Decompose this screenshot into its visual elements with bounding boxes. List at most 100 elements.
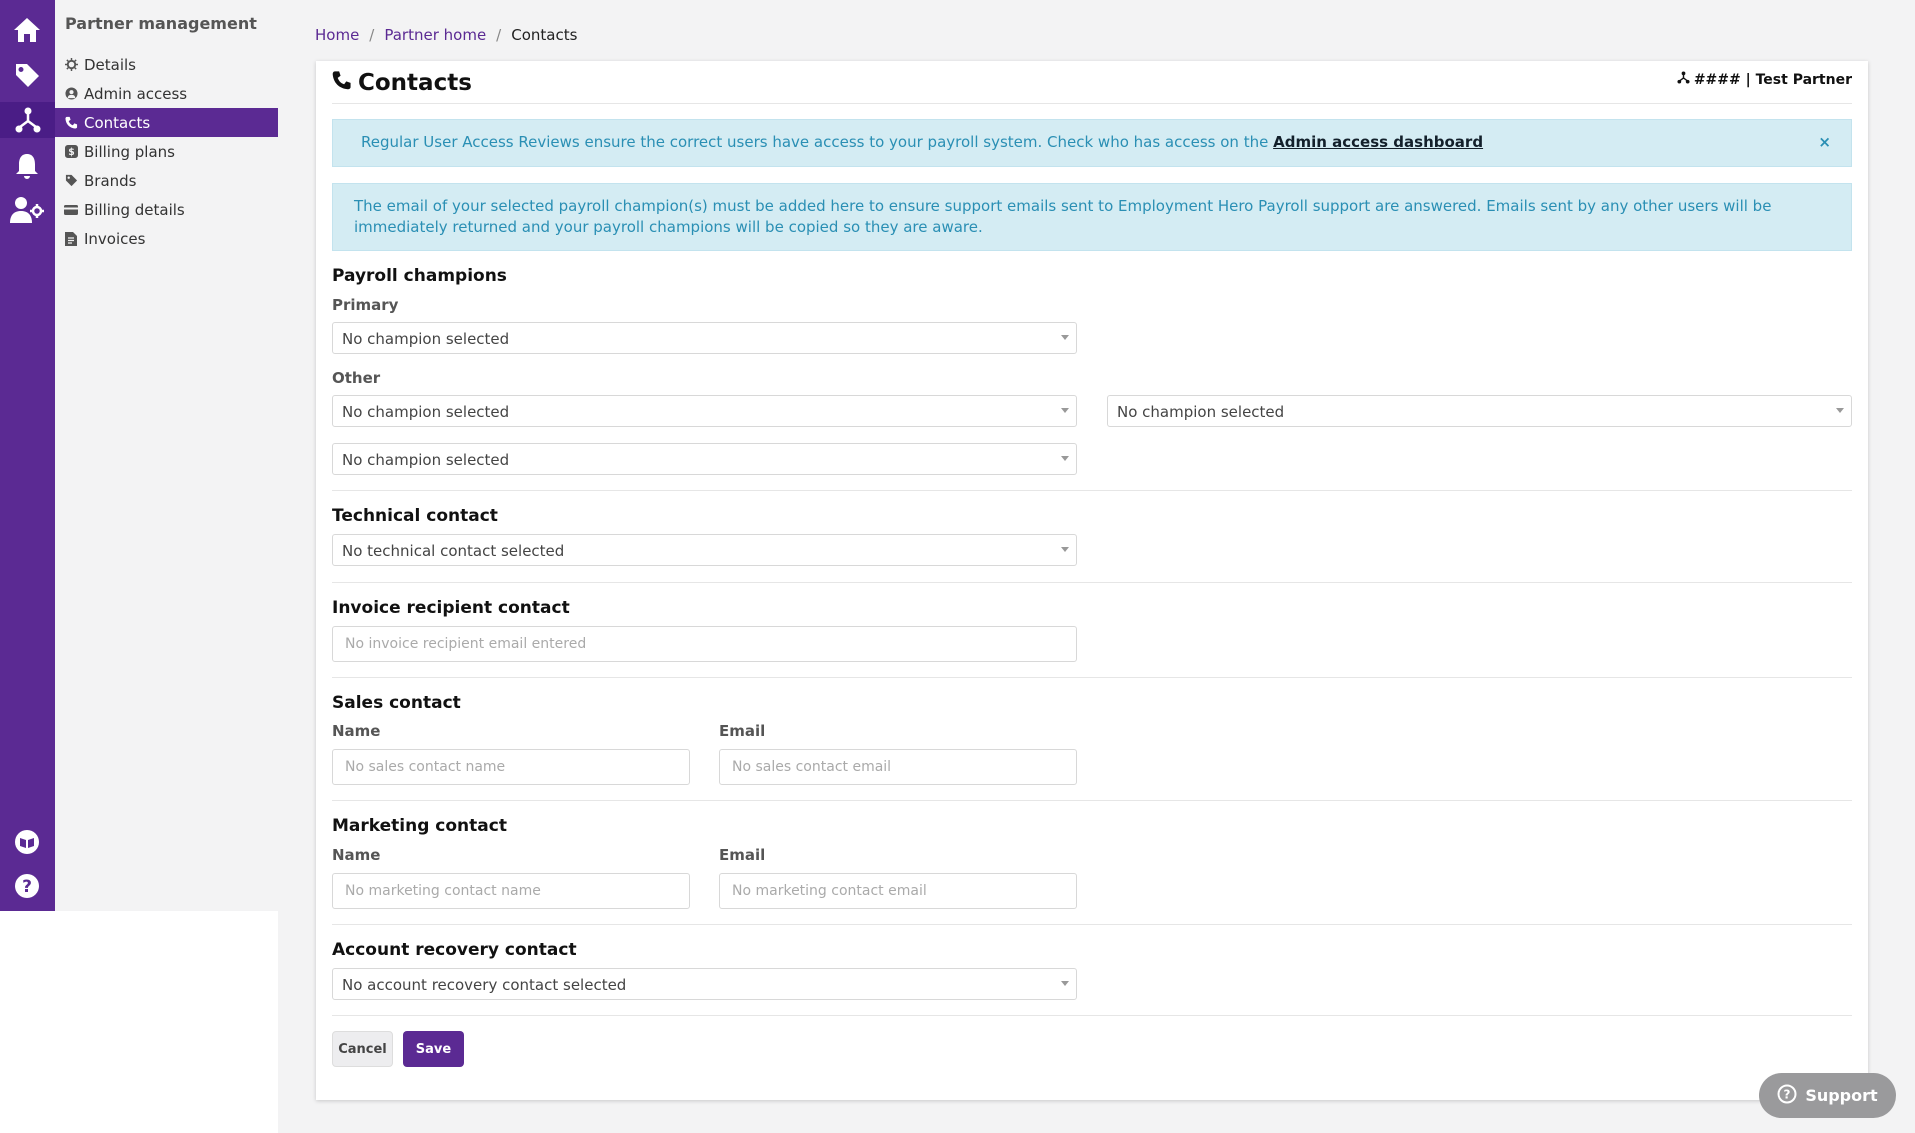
champion-notice-alert: The email of your selected payroll champ… [332, 183, 1852, 251]
access-review-text: Regular User Access Reviews ensure the c… [361, 133, 1269, 151]
sidebar-item-brands[interactable]: Brands [55, 166, 278, 195]
admin-access-dashboard-link[interactable]: Admin access dashboard [1273, 133, 1483, 151]
sidebar-item-label: Admin access [84, 84, 188, 103]
divider [332, 103, 1852, 104]
select-value: No account recovery contact selected [342, 976, 627, 994]
sidebar-item-invoices[interactable]: Invoices [55, 224, 278, 253]
sidebar-item-label: Brands [84, 171, 137, 190]
divider [332, 490, 1852, 491]
marketing-contact-email-input[interactable] [719, 873, 1077, 909]
close-icon[interactable]: × [1818, 133, 1831, 151]
dollar-icon: $ [64, 145, 78, 159]
chevron-down-icon [1061, 456, 1069, 461]
select-value: No champion selected [342, 330, 510, 348]
divider [332, 924, 1852, 925]
marketing-email-label: Email [719, 846, 766, 864]
contacts-card: Contacts #### | Test Partner Regular Use… [316, 61, 1868, 1100]
partner-label-text: #### | Test Partner [1693, 71, 1852, 88]
sidebar-item-label: Contacts [84, 113, 151, 132]
champion-notice-text: The email of your selected payroll champ… [354, 197, 1772, 236]
svg-text:?: ? [1784, 1087, 1791, 1101]
breadcrumb-current: Contacts [511, 26, 578, 44]
chevron-down-icon [1836, 408, 1844, 413]
svg-text:$: $ [68, 147, 74, 158]
home-icon[interactable] [9, 12, 45, 48]
primary-label: Primary [332, 296, 399, 314]
marketing-name-label: Name [332, 846, 381, 864]
divider [332, 1015, 1852, 1016]
divider [332, 800, 1852, 801]
technical-contact-heading: Technical contact [332, 506, 498, 526]
help-icon: ? [1777, 1084, 1797, 1108]
access-review-alert: Regular User Access Reviews ensure the c… [332, 119, 1852, 167]
phone-icon [64, 116, 78, 130]
breadcrumb-partner-home-link[interactable]: Partner home [384, 26, 486, 44]
sales-contact-name-input[interactable] [332, 749, 690, 785]
user-icon [64, 87, 78, 101]
sidebar-item-label: Details [84, 55, 137, 74]
invoice-recipient-email-input[interactable] [332, 626, 1077, 662]
book-icon[interactable] [9, 824, 45, 860]
support-label: Support [1805, 1086, 1878, 1105]
account-recovery-select[interactable]: No account recovery contact selected [332, 968, 1077, 1000]
chevron-down-icon [1061, 408, 1069, 413]
marketing-contact-name-input[interactable] [332, 873, 690, 909]
sidebar-item-admin-access[interactable]: Admin access [55, 79, 278, 108]
partner-management-nav: Partner management Details Admin access … [55, 0, 278, 911]
divider [332, 582, 1852, 583]
page-title-text: Contacts [358, 70, 472, 96]
partner-network-icon [1677, 71, 1690, 88]
breadcrumb-separator: / [369, 26, 375, 44]
chevron-down-icon [1061, 547, 1069, 552]
select-value: No champion selected [1117, 403, 1285, 421]
sidebar-item-label: Billing plans [84, 142, 175, 161]
partner-label: #### | Test Partner [1677, 71, 1852, 88]
cancel-button[interactable]: Cancel [332, 1031, 393, 1067]
other-champion-select-2[interactable]: No champion selected [1107, 395, 1852, 427]
divider [332, 677, 1852, 678]
breadcrumb: Home / Partner home / Contacts [315, 26, 577, 44]
app-rail: ? [0, 0, 55, 911]
chevron-down-icon [1061, 981, 1069, 986]
select-value: No champion selected [342, 451, 510, 469]
chevron-down-icon [1061, 335, 1069, 340]
gear-icon [64, 58, 78, 72]
select-value: No champion selected [342, 403, 510, 421]
sidebar-item-label: Billing details [84, 200, 185, 219]
primary-champion-select[interactable]: No champion selected [332, 322, 1077, 354]
user-settings-icon[interactable] [9, 192, 45, 228]
bell-icon[interactable] [9, 148, 45, 184]
sales-contact-email-input[interactable] [719, 749, 1077, 785]
breadcrumb-separator: / [496, 26, 502, 44]
account-recovery-heading: Account recovery contact [332, 940, 577, 960]
technical-contact-select[interactable]: No technical contact selected [332, 534, 1077, 566]
subnav-title: Partner management [65, 14, 257, 33]
svg-text:?: ? [22, 877, 32, 897]
invoice-recipient-heading: Invoice recipient contact [332, 598, 570, 618]
page-title: Contacts [332, 69, 472, 97]
sidebar-item-details[interactable]: Details [55, 50, 278, 79]
tag-icon[interactable] [9, 57, 45, 93]
other-champion-select-3[interactable]: No champion selected [332, 443, 1077, 475]
payroll-champions-heading: Payroll champions [332, 266, 507, 286]
document-icon [64, 231, 78, 246]
sidebar-item-label: Invoices [84, 229, 146, 248]
select-value: No technical contact selected [342, 542, 565, 560]
partner-network-icon[interactable] [0, 102, 55, 138]
phone-icon [332, 69, 352, 97]
tag-icon [64, 174, 78, 188]
sidebar-item-contacts[interactable]: Contacts [55, 108, 278, 137]
card-icon [64, 203, 78, 217]
marketing-contact-heading: Marketing contact [332, 816, 507, 836]
sidebar-item-billing-plans[interactable]: $ Billing plans [55, 137, 278, 166]
breadcrumb-home-link[interactable]: Home [315, 26, 359, 44]
sidebar-item-billing-details[interactable]: Billing details [55, 195, 278, 224]
save-button[interactable]: Save [403, 1031, 464, 1067]
support-button[interactable]: ? Support [1759, 1073, 1896, 1118]
sales-contact-heading: Sales contact [332, 693, 461, 713]
help-icon[interactable]: ? [9, 868, 45, 904]
other-label: Other [332, 369, 381, 387]
sales-name-label: Name [332, 722, 381, 740]
other-champion-select-1[interactable]: No champion selected [332, 395, 1077, 427]
sales-email-label: Email [719, 722, 766, 740]
